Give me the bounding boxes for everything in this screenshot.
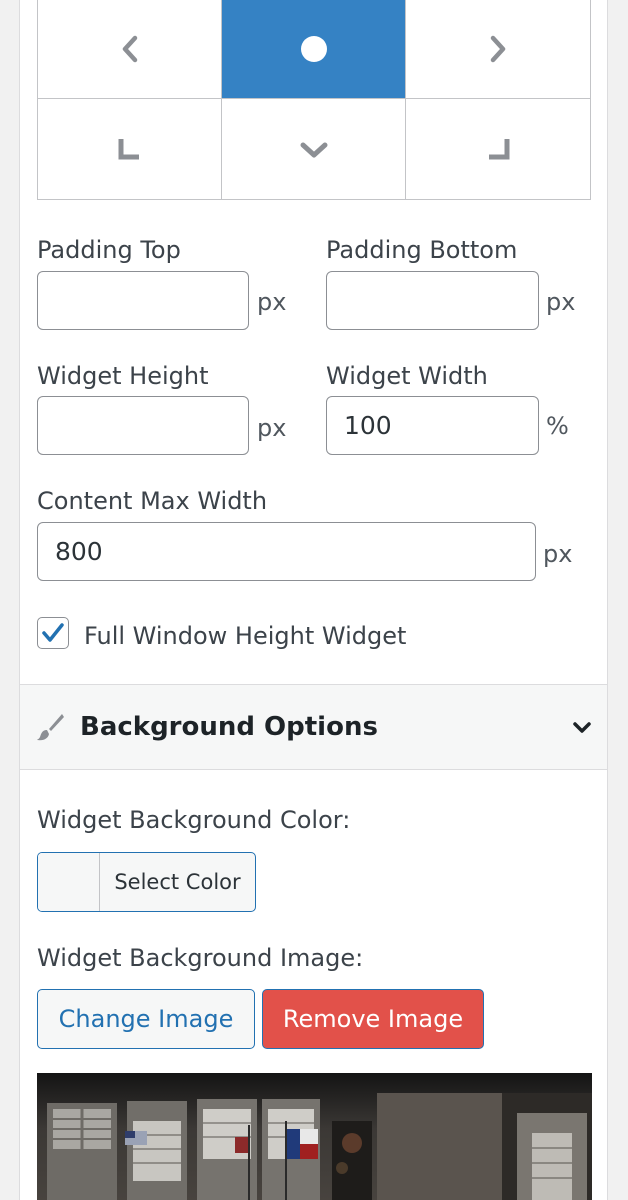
padding-top-label: Padding Top [37, 236, 181, 264]
widget-width-label: Widget Width [326, 362, 488, 390]
bg-color-label: Widget Background Color: [37, 806, 351, 834]
background-options-title: Background Options [80, 712, 378, 742]
padding-bottom-input[interactable] [326, 271, 539, 330]
full-window-height-checkbox[interactable] [37, 617, 69, 649]
padding-top-input[interactable] [37, 271, 249, 330]
padding-bottom-label: Padding Bottom [326, 236, 518, 264]
widget-width-input[interactable] [326, 396, 539, 455]
align-bottom-left-icon [118, 139, 139, 160]
select-color-button[interactable]: Select Color [37, 852, 256, 912]
room-photo-image [37, 1073, 592, 1200]
align-right-icon [490, 35, 506, 62]
chevron-down-icon[interactable] [572, 720, 592, 736]
widget-width-unit: % [546, 412, 569, 440]
widget-height-label: Widget Height [37, 362, 209, 390]
alignment-grid [37, 0, 591, 200]
align-bottom-right-cell[interactable] [406, 99, 590, 199]
bg-image-label: Widget Background Image: [37, 944, 364, 972]
align-center-cell[interactable] [222, 0, 406, 99]
align-bottom-right-icon [489, 139, 510, 160]
color-swatch [38, 853, 100, 911]
align-right-cell[interactable] [406, 0, 590, 99]
change-image-button[interactable]: Change Image [37, 989, 255, 1049]
paintbrush-icon [37, 714, 64, 741]
align-left-icon [122, 35, 137, 62]
align-bottom-center-cell[interactable] [222, 99, 406, 199]
content-max-width-unit: px [543, 540, 573, 568]
widget-height-unit: px [257, 414, 287, 442]
align-bottom-left-cell[interactable] [38, 99, 222, 199]
checkmark-icon [42, 623, 64, 642]
align-center-icon [300, 35, 327, 62]
background-options-header[interactable]: Background Options [20, 684, 607, 770]
padding-top-unit: px [257, 288, 287, 316]
align-bottom-center-icon [300, 142, 327, 158]
remove-image-button[interactable]: Remove Image [262, 989, 484, 1049]
select-color-label: Select Color [114, 870, 241, 894]
content-max-width-label: Content Max Width [37, 487, 268, 515]
content-max-width-input[interactable] [37, 522, 536, 581]
widget-height-input[interactable] [37, 396, 249, 455]
widget-settings-panel: Padding Top px Padding Bottom px Widget … [19, 0, 608, 1200]
align-left-cell[interactable] [38, 0, 222, 99]
padding-bottom-unit: px [546, 288, 576, 316]
background-image-preview [37, 1073, 592, 1200]
full-window-height-label: Full Window Height Widget [84, 622, 407, 650]
